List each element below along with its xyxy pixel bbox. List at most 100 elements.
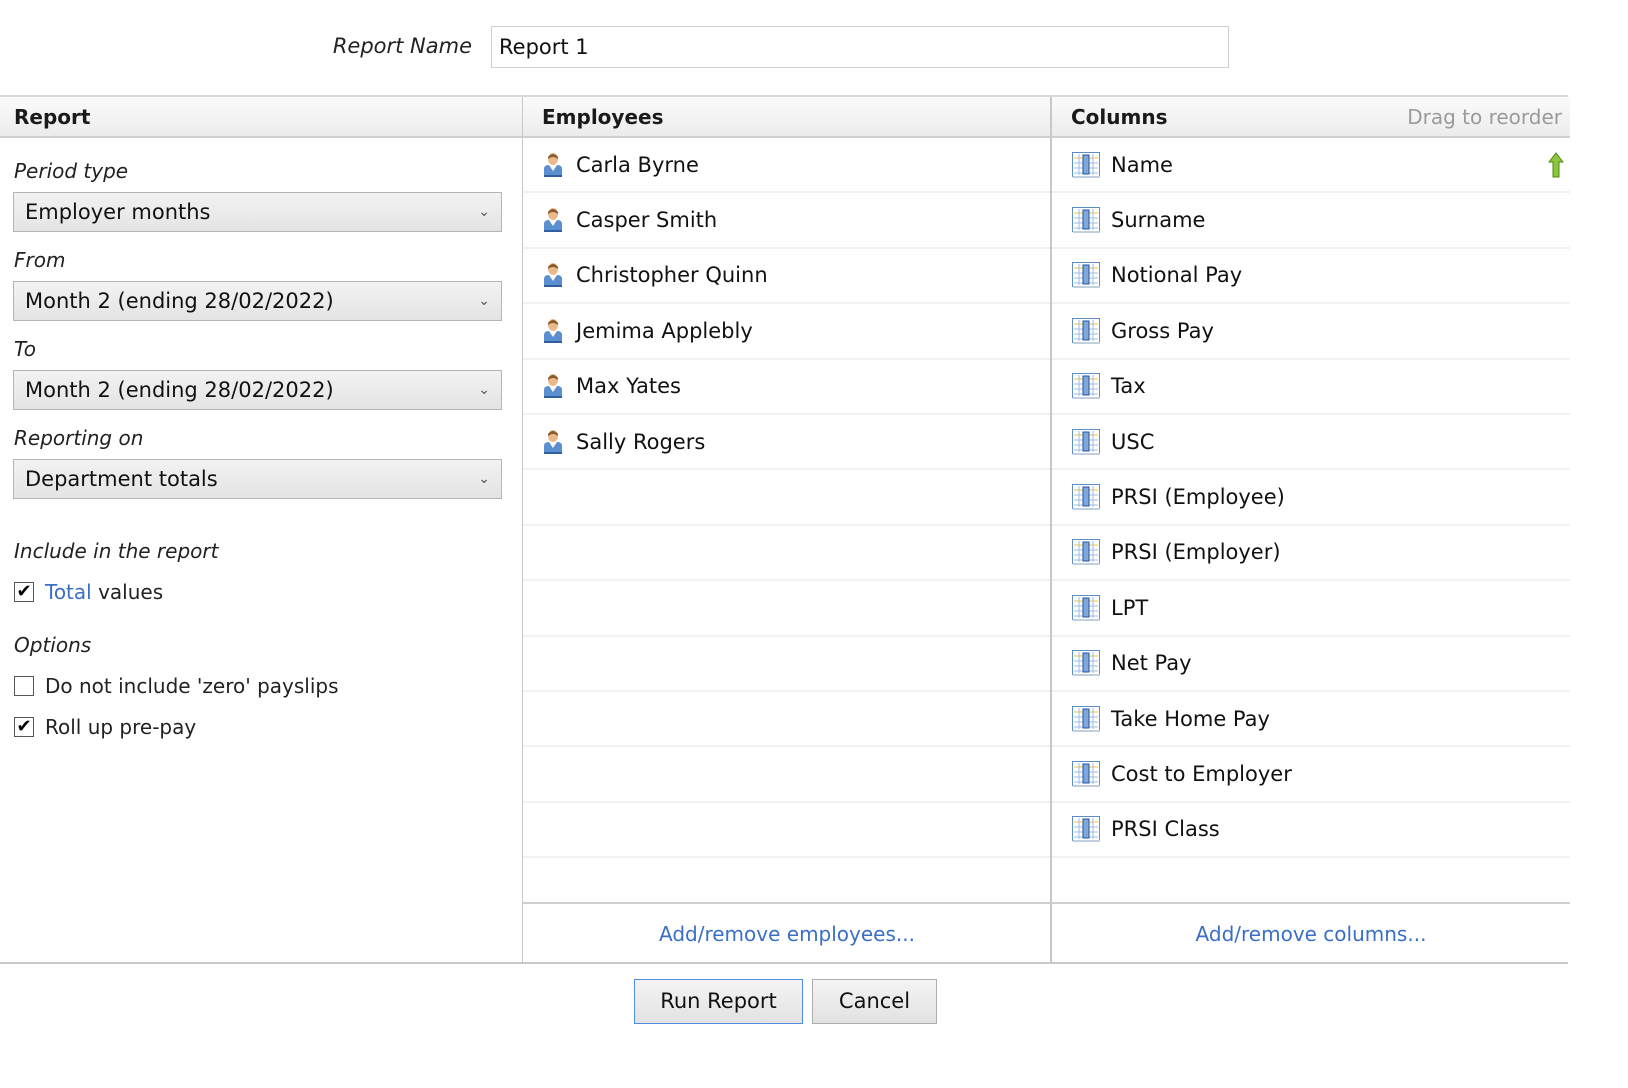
employee-list-item-label: Jemima Applebly bbox=[576, 318, 753, 343]
employees-footer: Add/remove employees... bbox=[523, 902, 1051, 962]
person-icon bbox=[543, 318, 563, 344]
employee-list-item[interactable]: Carla Byrne bbox=[523, 138, 1051, 194]
column-list-item[interactable]: Cost to Employer bbox=[1052, 747, 1570, 803]
from-value: Month 2 (ending 28/02/2022) bbox=[25, 289, 334, 313]
column-icon bbox=[1072, 760, 1100, 787]
empty-row bbox=[523, 692, 1051, 748]
column-list-item[interactable]: LPT bbox=[1052, 581, 1570, 637]
roll-up-prepay-checkbox[interactable]: ✔ bbox=[14, 717, 34, 737]
add-remove-employees-link[interactable]: Add/remove employees... bbox=[659, 922, 915, 946]
column-icon bbox=[1072, 151, 1100, 178]
column-list-item[interactable]: Tax bbox=[1052, 360, 1570, 415]
column-icon bbox=[1072, 373, 1100, 400]
empty-row bbox=[523, 470, 1051, 526]
employee-list-item-label: Carla Byrne bbox=[576, 152, 699, 177]
zero-payslips-checkbox-row[interactable]: Do not include 'zero' payslips bbox=[14, 674, 339, 698]
person-icon bbox=[543, 373, 563, 399]
empty-row bbox=[523, 526, 1051, 582]
person-icon bbox=[543, 429, 563, 455]
to-label: To bbox=[14, 337, 36, 361]
from-select[interactable]: Month 2 (ending 28/02/2022) ⌄ bbox=[13, 281, 502, 321]
person-icon bbox=[543, 207, 563, 233]
employee-list-item[interactable]: Casper Smith bbox=[523, 193, 1051, 249]
column-list-item[interactable]: PRSI Class bbox=[1052, 803, 1570, 859]
employee-list-item[interactable]: Max Yates bbox=[523, 360, 1051, 415]
employee-list-item-label: Max Yates bbox=[576, 374, 681, 399]
columns-panel-title: Columns bbox=[1071, 105, 1168, 129]
report-settings-panel: Report Period type Employer months ⌄ Fro… bbox=[0, 97, 522, 962]
employee-list-item[interactable]: Christopher Quinn bbox=[523, 249, 1051, 305]
reporting-on-value: Department totals bbox=[25, 467, 218, 491]
column-list-item-label: Take Home Pay bbox=[1111, 706, 1270, 731]
column-list-item-label: Surname bbox=[1111, 208, 1206, 233]
column-list-item-label: Gross Pay bbox=[1111, 318, 1214, 343]
empty-row bbox=[523, 803, 1051, 859]
column-list-item-label: Tax bbox=[1111, 374, 1146, 399]
employee-list-item-label: Sally Rogers bbox=[576, 429, 706, 454]
employee-list-item[interactable]: Sally Rogers bbox=[523, 415, 1051, 471]
column-list-item-label: PRSI Class bbox=[1111, 817, 1220, 842]
chevron-down-icon: ⌄ bbox=[478, 471, 490, 487]
zero-payslips-checkbox[interactable] bbox=[14, 676, 34, 696]
empty-row bbox=[523, 637, 1051, 692]
column-list-item[interactable]: Net Pay bbox=[1052, 637, 1570, 692]
column-list-item[interactable]: Take Home Pay bbox=[1052, 692, 1570, 748]
column-icon bbox=[1072, 317, 1100, 344]
reporting-on-select[interactable]: Department totals ⌄ bbox=[13, 459, 502, 499]
column-icon bbox=[1072, 539, 1100, 566]
cancel-button[interactable]: Cancel bbox=[812, 979, 937, 1024]
column-list-item[interactable]: PRSI (Employer) bbox=[1052, 526, 1570, 582]
add-remove-columns-link[interactable]: Add/remove columns... bbox=[1196, 922, 1427, 946]
employees-panel: Employees Carla Byrne Casper Smith Christo… bbox=[522, 97, 1051, 962]
columns-panel-header: Columns Drag to reorder bbox=[1052, 97, 1570, 138]
column-list-item[interactable]: Notional Pay bbox=[1052, 249, 1570, 305]
column-list-item[interactable]: Name bbox=[1052, 138, 1570, 194]
total-link[interactable]: Total bbox=[45, 580, 92, 604]
zero-payslips-label: Do not include 'zero' payslips bbox=[45, 674, 339, 698]
drag-to-reorder-hint: Drag to reorder bbox=[1407, 105, 1562, 129]
column-icon bbox=[1072, 262, 1100, 289]
employee-list-item-label: Christopher Quinn bbox=[576, 263, 768, 288]
run-report-button[interactable]: Run Report bbox=[634, 979, 803, 1024]
from-label: From bbox=[14, 248, 66, 272]
reporting-on-label: Reporting on bbox=[14, 426, 144, 450]
total-values-checkbox-row[interactable]: ✔ Total values bbox=[14, 580, 163, 604]
period-type-label: Period type bbox=[14, 159, 129, 183]
report-name-input[interactable] bbox=[491, 26, 1229, 68]
person-icon bbox=[543, 262, 563, 288]
column-icon bbox=[1072, 428, 1100, 455]
column-list-item-label: Net Pay bbox=[1111, 651, 1192, 676]
include-label: Include in the report bbox=[14, 539, 219, 563]
empty-row bbox=[523, 747, 1051, 803]
column-icon bbox=[1072, 484, 1100, 511]
report-panel-header: Report bbox=[0, 97, 522, 138]
report-name-label: Report Name bbox=[332, 34, 472, 58]
column-list-item[interactable]: USC bbox=[1052, 415, 1570, 471]
column-list-item-label: PRSI (Employee) bbox=[1111, 485, 1285, 510]
to-value: Month 2 (ending 28/02/2022) bbox=[25, 378, 334, 402]
columns-footer: Add/remove columns... bbox=[1052, 902, 1570, 962]
roll-up-prepay-label: Roll up pre-pay bbox=[45, 715, 197, 739]
column-list-item-label: Cost to Employer bbox=[1111, 761, 1292, 786]
report-panels: Report Period type Employer months ⌄ Fro… bbox=[0, 95, 1570, 964]
options-label: Options bbox=[14, 633, 92, 657]
column-list-item-label: LPT bbox=[1111, 595, 1149, 620]
column-list-item-label: Name bbox=[1111, 152, 1173, 177]
column-list-item[interactable]: Gross Pay bbox=[1052, 304, 1570, 360]
employee-list-item[interactable]: Jemima Applebly bbox=[523, 304, 1051, 360]
employee-list-item-label: Casper Smith bbox=[576, 208, 718, 233]
roll-up-prepay-checkbox-row[interactable]: ✔ Roll up pre-pay bbox=[14, 715, 196, 739]
chevron-down-icon: ⌄ bbox=[478, 382, 490, 398]
total-values-label: values bbox=[91, 580, 164, 604]
column-list-item[interactable]: PRSI (Employee) bbox=[1052, 470, 1570, 526]
to-select[interactable]: Month 2 (ending 28/02/2022) ⌄ bbox=[13, 370, 502, 410]
column-icon bbox=[1072, 650, 1100, 677]
chevron-down-icon: ⌄ bbox=[478, 204, 490, 220]
move-up-arrow-icon[interactable] bbox=[1547, 152, 1565, 183]
total-values-checkbox[interactable]: ✔ bbox=[14, 582, 34, 602]
person-icon bbox=[543, 152, 563, 178]
column-list-item[interactable]: Surname bbox=[1052, 193, 1570, 249]
employees-list: Carla Byrne Casper Smith Christopher Quinn… bbox=[523, 138, 1051, 859]
column-list-item-label: PRSI (Employer) bbox=[1111, 540, 1281, 565]
period-type-select[interactable]: Employer months ⌄ bbox=[13, 192, 502, 232]
